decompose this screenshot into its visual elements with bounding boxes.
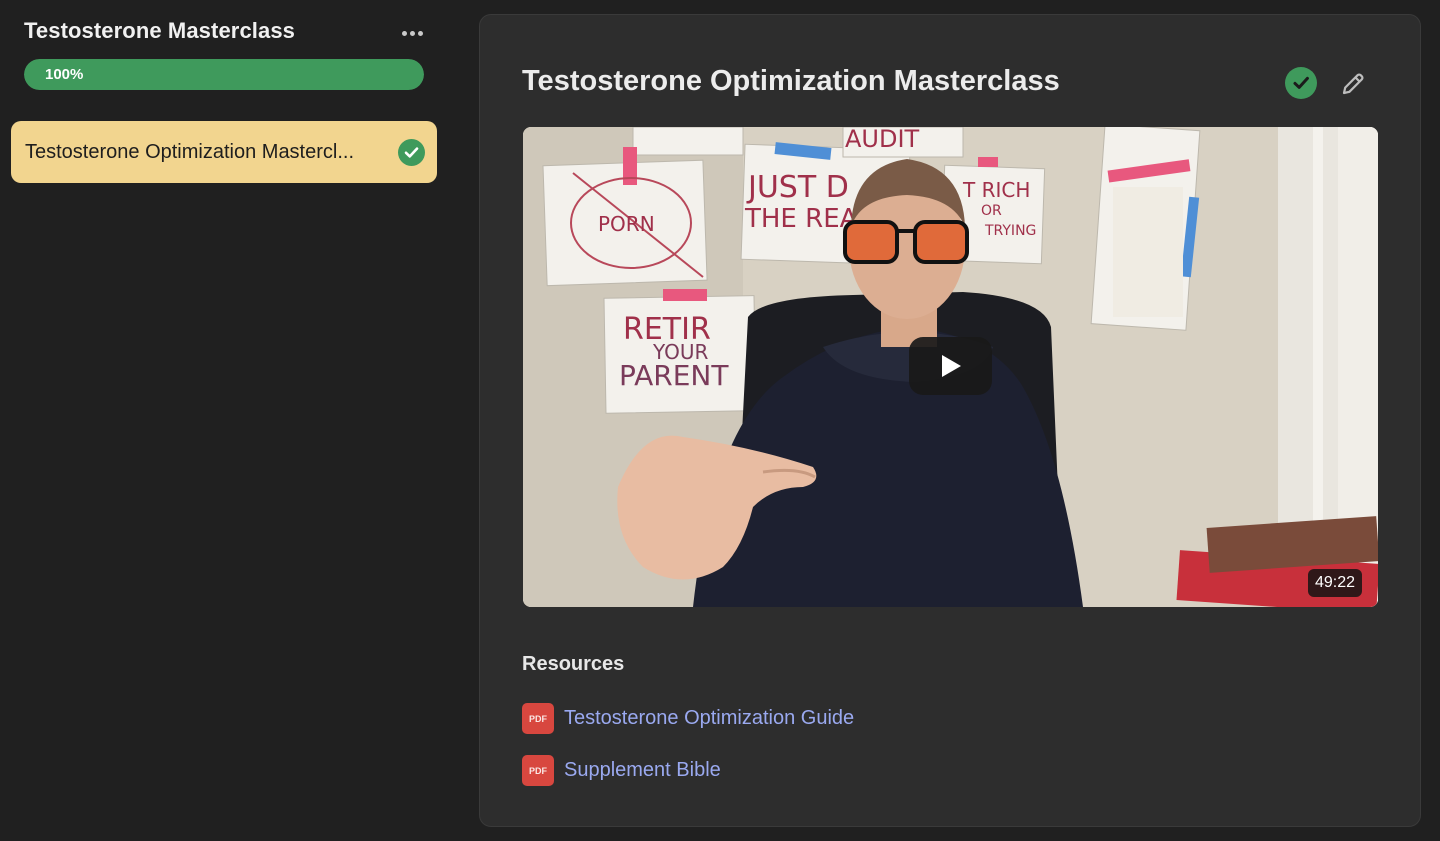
lesson-panel: Testosterone Optimization Masterclass PO…	[479, 14, 1421, 827]
video-duration: 49:22	[1307, 569, 1362, 597]
pdf-file-icon: PDF	[522, 755, 554, 786]
svg-text:OR: OR	[981, 203, 1002, 219]
svg-text:THE REA: THE REA	[744, 204, 858, 234]
pdf-file-icon: PDF	[522, 703, 554, 734]
resource-link[interactable]: Supplement Bible	[564, 759, 721, 782]
svg-text:TRYING: TRYING	[984, 223, 1036, 239]
course-sidebar: Testosterone Masterclass 100% Testostero…	[0, 0, 455, 841]
resource-link[interactable]: Testosterone Optimization Guide	[564, 707, 854, 730]
lesson-item-active[interactable]: Testosterone Optimization Mastercl...	[11, 121, 437, 183]
course-progress-bar: 100%	[24, 59, 424, 90]
progress-label: 100%	[45, 66, 84, 83]
edit-pencil-icon[interactable]	[1337, 68, 1369, 100]
more-options-icon[interactable]	[398, 22, 426, 44]
svg-text:JUST D: JUST D	[746, 170, 849, 205]
progress-fill	[24, 59, 424, 90]
video-player[interactable]: PORN RETIR YOUR PARENT JUST D THE REA AU…	[523, 127, 1378, 607]
resource-item[interactable]: PDF Supplement Bible	[522, 755, 721, 786]
svg-text:PORN: PORN	[598, 212, 655, 236]
lesson-item-label: Testosterone Optimization Mastercl...	[25, 140, 355, 163]
check-circle-icon	[398, 138, 425, 166]
resources-heading: Resources	[522, 653, 625, 675]
resource-item[interactable]: PDF Testosterone Optimization Guide	[522, 703, 854, 734]
svg-text:T RICH: T RICH	[962, 178, 1030, 202]
course-title: Testosterone Masterclass	[24, 18, 295, 43]
svg-text:PARENT: PARENT	[619, 359, 729, 392]
play-icon[interactable]	[909, 337, 992, 395]
mark-complete-check-icon[interactable]	[1285, 67, 1317, 99]
svg-text:AUDIT: AUDIT	[845, 127, 920, 153]
lesson-title: Testosterone Optimization Masterclass	[522, 65, 1060, 97]
